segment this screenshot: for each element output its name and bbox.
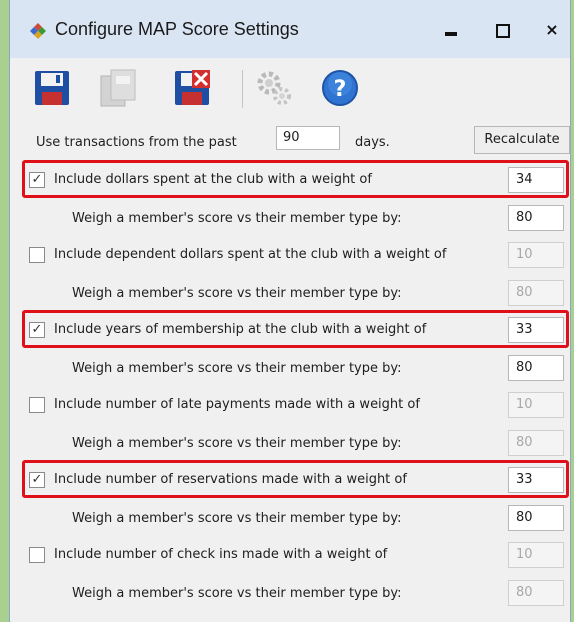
criterion-label: Include dependent dollars spent at the c…	[54, 247, 447, 262]
member-type-weight-row: Weigh a member's score vs their member t…	[10, 352, 570, 386]
member-type-weight-input[interactable]: 80	[508, 204, 564, 231]
criterion-label: Include number of reservations made with…	[54, 472, 407, 487]
days-input[interactable]: 90	[276, 126, 340, 150]
weight-input[interactable]: 10	[508, 242, 564, 268]
member-type-weight-input[interactable]: 80	[508, 504, 564, 531]
member-type-weight-row: Weigh a member's score vs their member t…	[10, 502, 570, 536]
member-type-weight-input[interactable]: 80	[508, 429, 564, 456]
criterion-checkbox[interactable]: ✓	[29, 472, 45, 488]
save-icon[interactable]	[32, 68, 72, 108]
criterion-checkbox[interactable]: ✓	[29, 172, 45, 188]
criterion-row: ✓ Include number of reservations made wit…	[10, 464, 570, 498]
criterion-row: Include number of late payments made wit…	[10, 389, 570, 423]
weight-input[interactable]: 10	[508, 542, 564, 568]
delete-icon[interactable]	[172, 68, 212, 108]
svg-text:?: ?	[334, 77, 347, 102]
criterion-label: Include dollars spent at the club with a…	[54, 172, 372, 187]
window-title: Configure MAP Score Settings	[55, 19, 299, 39]
weight-input[interactable]: 10	[508, 392, 564, 418]
transactions-prefix-label: Use transactions from the past	[36, 135, 237, 150]
member-type-weight-label: Weigh a member's score vs their member t…	[72, 585, 402, 601]
member-type-weight-row: Weigh a member's score vs their member t…	[10, 277, 570, 311]
days-suffix-label: days.	[355, 135, 390, 150]
member-type-weight-row: Weigh a member's score vs their member t…	[10, 577, 570, 611]
copy-icon[interactable]	[98, 68, 138, 108]
member-type-weight-label: Weigh a member's score vs their member t…	[72, 360, 402, 376]
member-type-weight-input[interactable]: 80	[508, 279, 564, 306]
member-type-weight-input[interactable]: 80	[508, 579, 564, 606]
criterion-row: Include number of check ins made with a …	[10, 539, 570, 573]
member-type-weight-input[interactable]: 80	[508, 354, 564, 381]
member-type-weight-label: Weigh a member's score vs their member t…	[72, 510, 402, 526]
member-type-weight-row: Weigh a member's score vs their member t…	[10, 427, 570, 461]
recalculate-button[interactable]: Recalculate	[474, 126, 570, 154]
toolbar: ?	[10, 58, 570, 124]
settings-icon[interactable]	[254, 68, 294, 108]
diamond-app-icon	[30, 23, 46, 39]
help-icon[interactable]: ?	[320, 68, 360, 108]
member-type-weight-label: Weigh a member's score vs their member t…	[72, 210, 402, 226]
weight-input[interactable]: 33	[508, 467, 564, 493]
criterion-label: Include number of check ins made with a …	[54, 547, 388, 562]
member-type-weight-row: Weigh a member's score vs their member t…	[10, 202, 570, 236]
criterion-checkbox[interactable]	[29, 247, 45, 263]
criterion-row: ✓ Include dollars spent at the club with …	[10, 164, 570, 198]
criterion-label: Include years of membership at the club …	[54, 322, 427, 337]
maximize-button[interactable]	[490, 18, 514, 42]
toolbar-separator	[242, 70, 243, 108]
close-button[interactable]: ×	[540, 18, 564, 42]
member-type-weight-label: Weigh a member's score vs their member t…	[72, 435, 402, 451]
title-bar: Configure MAP Score Settings ×	[10, 0, 570, 58]
criterion-checkbox[interactable]	[29, 547, 45, 563]
weight-input[interactable]: 33	[508, 317, 564, 343]
criterion-label: Include number of late payments made wit…	[54, 397, 420, 412]
criterion-checkbox[interactable]	[29, 397, 45, 413]
criterion-row: ✓ Include years of membership at the club…	[10, 314, 570, 348]
minimize-button[interactable]	[439, 18, 463, 42]
weight-input[interactable]: 34	[508, 167, 564, 193]
criterion-row: Include dependent dollars spent at the c…	[10, 239, 570, 273]
criterion-checkbox[interactable]: ✓	[29, 322, 45, 338]
member-type-weight-label: Weigh a member's score vs their member t…	[72, 285, 402, 301]
settings-window: Configure MAP Score Settings × ? Use tra…	[9, 0, 571, 622]
